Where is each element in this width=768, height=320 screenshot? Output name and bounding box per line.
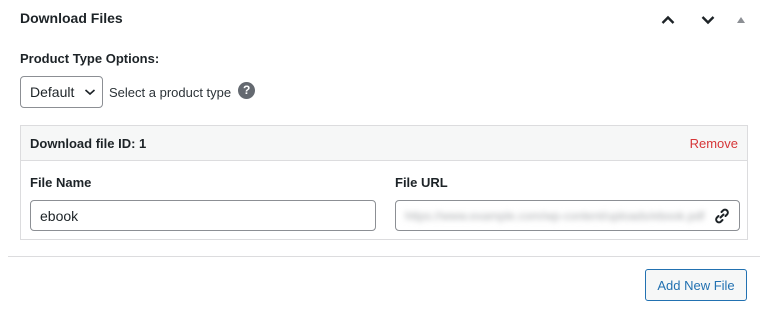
- product-type-options-label: Product Type Options:: [20, 51, 160, 66]
- download-file-card: Download file ID: 1 Remove File Name Fil…: [20, 125, 748, 240]
- remove-file-link[interactable]: Remove: [690, 136, 738, 151]
- add-new-file-button[interactable]: Add New File: [645, 269, 747, 301]
- move-down-button[interactable]: [688, 10, 728, 30]
- file-url-value[interactable]: https://www.example.com/wp-content/uploa…: [405, 209, 713, 223]
- product-type-row: Default Select a product type ?: [20, 76, 256, 108]
- product-type-select[interactable]: Default: [20, 76, 103, 108]
- triangle-up-icon: [737, 17, 745, 23]
- move-up-button[interactable]: [648, 10, 688, 30]
- product-type-selected-value: Default: [30, 84, 75, 100]
- download-file-header: Download file ID: 1 Remove: [21, 126, 747, 161]
- download-file-id: Download file ID: 1: [30, 135, 147, 151]
- section-divider: [8, 256, 760, 257]
- file-name-label: File Name: [30, 175, 92, 190]
- chevron-up-icon: [661, 15, 675, 24]
- question-circle-icon[interactable]: ?: [238, 81, 256, 99]
- toggle-panel-button[interactable]: [728, 10, 754, 30]
- panel-title: Download Files: [20, 10, 123, 26]
- product-type-hint: Select a product type: [109, 84, 232, 100]
- file-url-field[interactable]: https://www.example.com/wp-content/uploa…: [395, 200, 740, 231]
- chevron-down-icon: [701, 16, 715, 25]
- chevron-down-icon: [84, 89, 96, 96]
- panel-header-controls: [648, 10, 754, 30]
- file-url-label: File URL: [395, 175, 448, 190]
- link-icon[interactable]: [713, 207, 731, 225]
- file-name-input[interactable]: [30, 200, 376, 231]
